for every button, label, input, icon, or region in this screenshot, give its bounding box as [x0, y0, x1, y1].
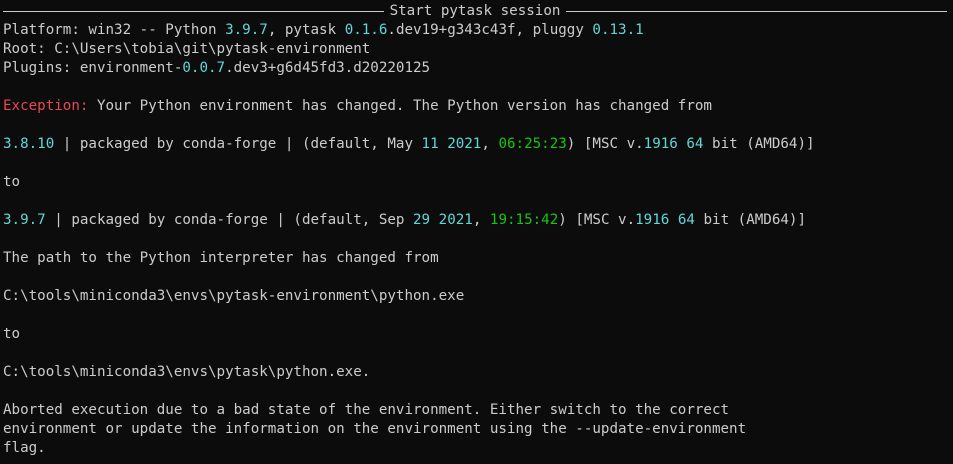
new-build-text: | packaged by conda-forge | (default, Se…	[45, 212, 414, 228]
abort-line-2: environment or update the information on…	[3, 421, 747, 437]
old-build-text: | packaged by conda-forge | (default, Ma…	[54, 136, 422, 152]
old-version-line: 3.8.10 | packaged by conda-forge | (defa…	[3, 136, 815, 152]
new-path-line: C:\tools\miniconda3\envs\pytask\python.e…	[3, 364, 371, 380]
plugins-suffix: .dev3+g6d45fd3.d20220125	[225, 60, 431, 76]
plugins-prefix: Plugins: environment-	[3, 60, 183, 76]
pytask-version: 0.1.6	[344, 22, 388, 38]
new-build-year: 2021	[438, 212, 473, 228]
root-line: Root: C:\Users\tobia\git\pytask-environm…	[3, 41, 371, 57]
abort-line-3: flag.	[3, 440, 46, 456]
terminal-window[interactable]: Start pytask session Platform: win32 -- …	[0, 0, 953, 464]
old-bits: 64	[686, 136, 704, 152]
new-suffix: bit (AMD64)]	[694, 212, 806, 228]
platform-prefix: Platform: win32 -- Python	[3, 22, 226, 38]
plugins-line: Plugins: environment-0.0.7.dev3+g6d45fd3…	[3, 59, 953, 78]
new-build-day: 29	[413, 212, 431, 228]
new-bits: 64	[677, 212, 695, 228]
pytask-version-dev: .dev19+g343c43f	[387, 22, 516, 38]
abort-line-1: Aborted execution due to a bad state of …	[3, 402, 730, 418]
pluggy-version: 0.13.1	[592, 22, 644, 38]
new-build-time: 19:15:42	[489, 212, 559, 228]
old-python-version: 3.8.10	[3, 136, 55, 152]
old-build-day: 11	[421, 136, 439, 152]
new-version-line: 3.9.7 | packaged by conda-forge | (defau…	[3, 212, 806, 228]
exception-message: Your Python environment has changed. The…	[88, 98, 712, 114]
old-msc-num: 1916	[643, 136, 678, 152]
pytask-prefix: , pytask	[267, 22, 345, 38]
exception-line: Exception: Your Python environment has c…	[3, 97, 953, 116]
to-line-2: to	[3, 326, 21, 342]
rule-left	[3, 11, 384, 12]
exception-label: Exception:	[3, 98, 89, 114]
old-msc-prefix: ) [MSC v.	[566, 136, 644, 152]
old-build-time: 06:25:23	[498, 136, 567, 152]
to-line-1: to	[3, 174, 21, 190]
old-suffix: bit (AMD64)]	[703, 136, 815, 152]
plugins-version: 0.0.7	[182, 60, 226, 76]
python-version: 3.9.7	[225, 22, 268, 38]
session-header-rule: Start pytask session	[3, 2, 947, 21]
new-msc-prefix: ) [MSC v.	[558, 212, 636, 228]
new-msc-num: 1916	[635, 212, 670, 228]
pluggy-prefix: , pluggy	[515, 22, 593, 38]
old-path-line: C:\tools\miniconda3\envs\pytask-environm…	[3, 288, 465, 304]
session-title: Start pytask session	[389, 3, 561, 19]
path-message-line: The path to the Python interpreter has c…	[3, 250, 439, 266]
new-python-version: 3.9.7	[3, 212, 46, 228]
rule-right	[566, 11, 947, 12]
old-build-year: 2021	[447, 136, 482, 152]
platform-line: Platform: win32 -- Python 3.9.7, pytask …	[3, 21, 953, 40]
